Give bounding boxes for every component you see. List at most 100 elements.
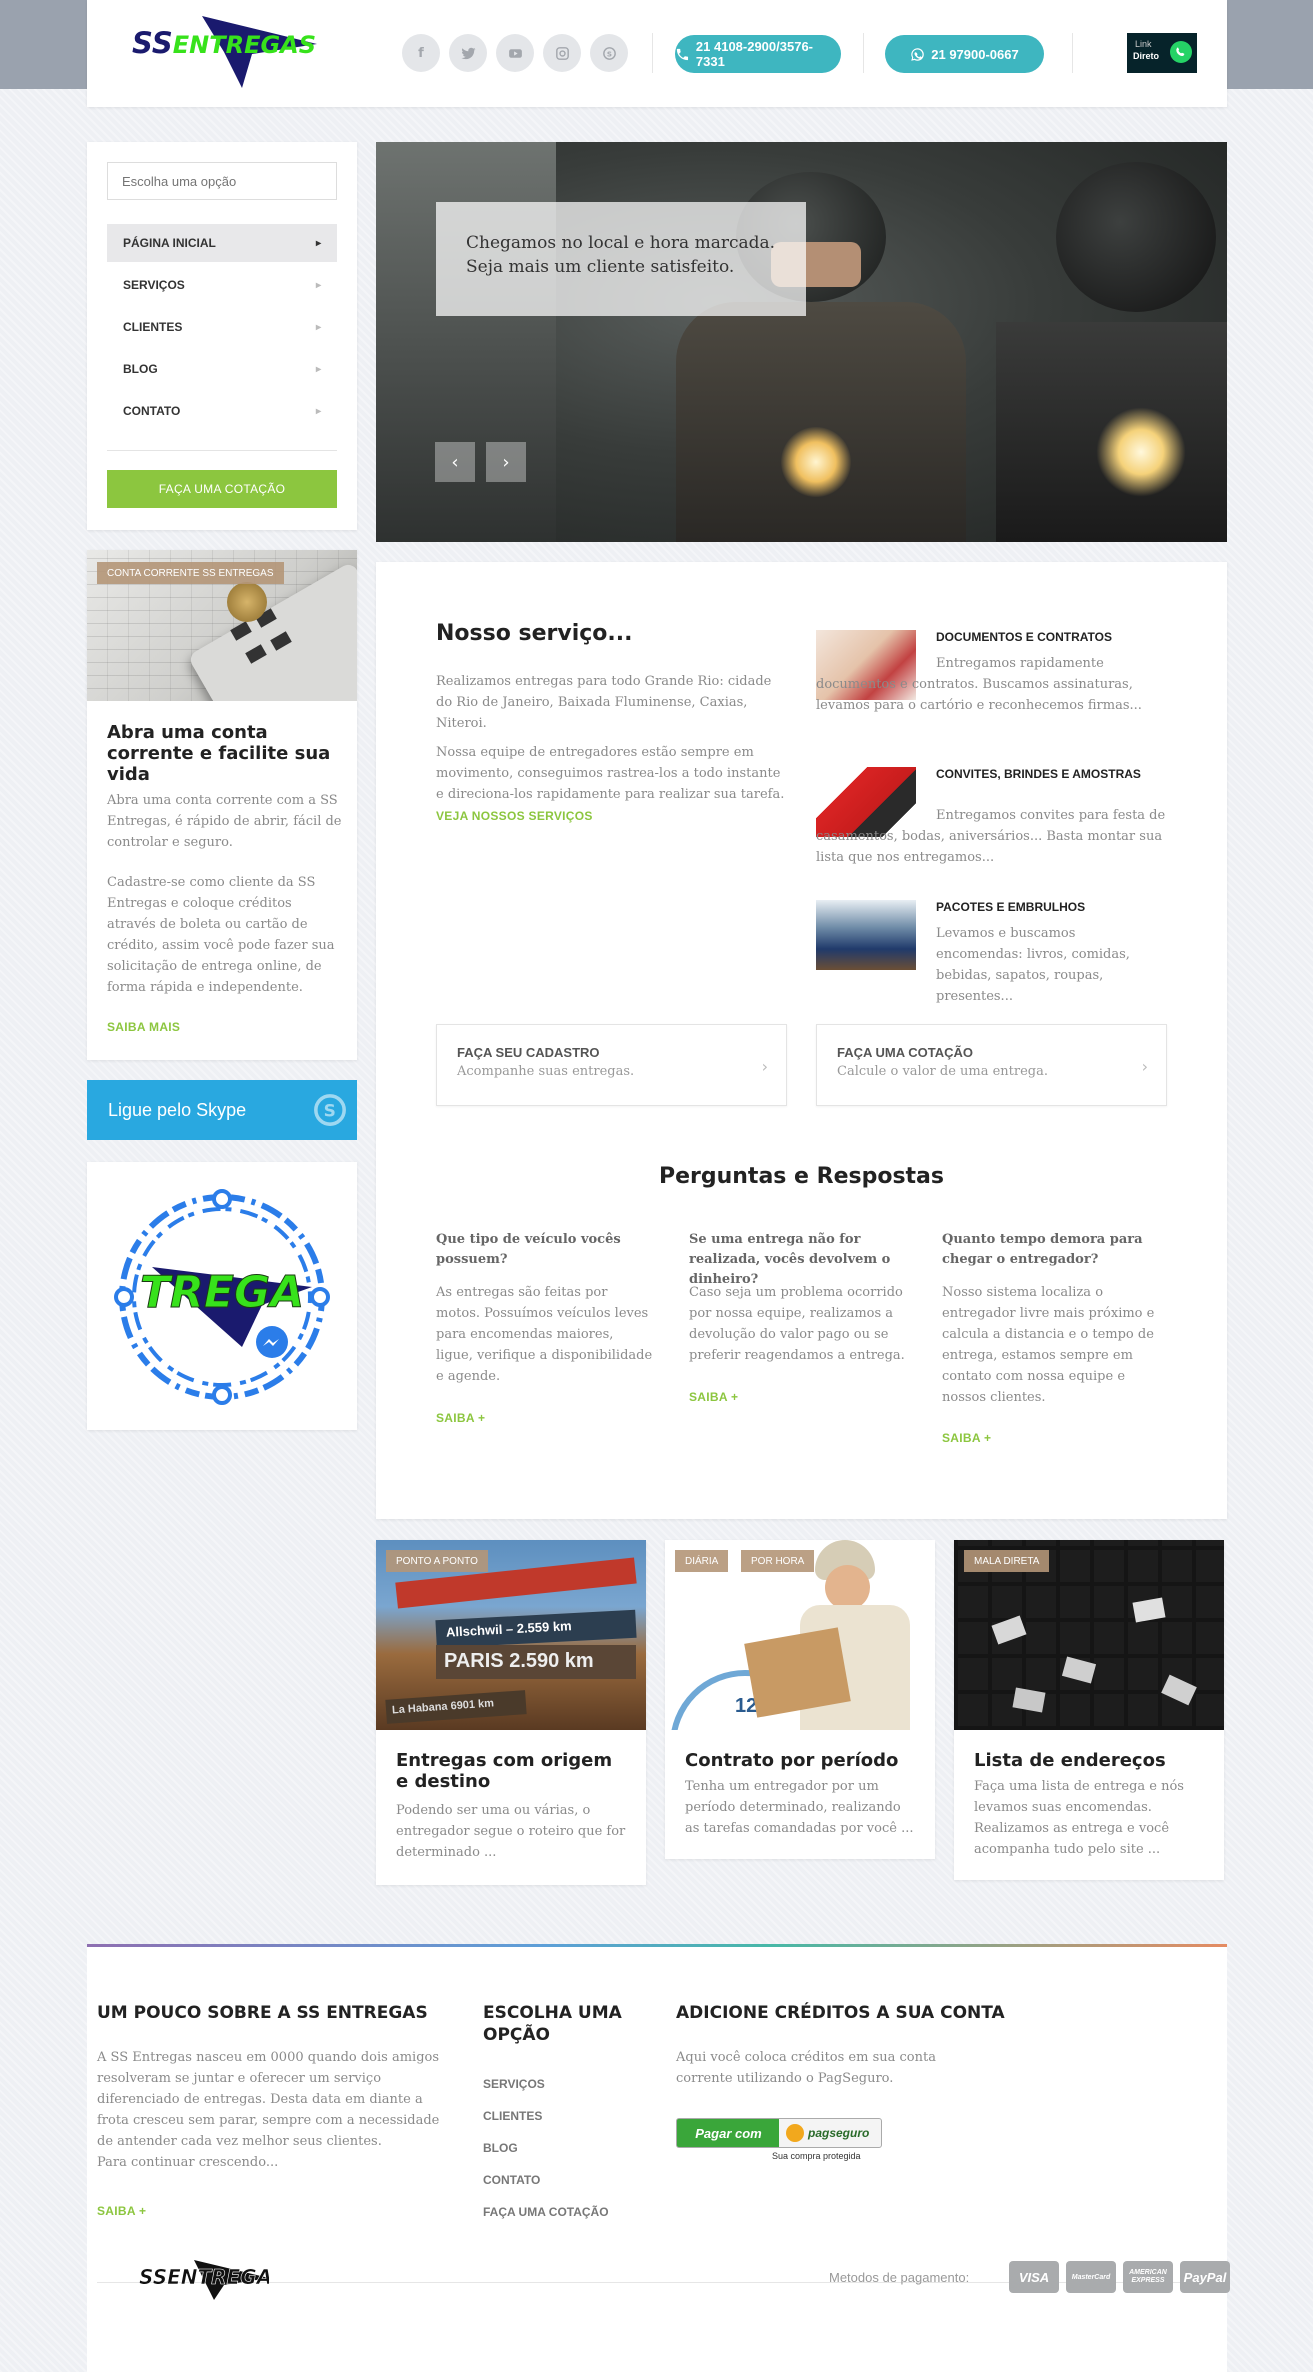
quote-cta-card[interactable]: FAÇA UMA COTAÇÃO Calcule o valor de uma … xyxy=(816,1024,1167,1106)
cta-subtitle: Calcule o valor de uma entrega. xyxy=(837,1064,1049,1079)
pagseguro-pay-button[interactable]: Pagar com pagseguro xyxy=(676,2118,882,2148)
footer-about-title: UM POUCO SOBRE A SS ENTREGAS xyxy=(97,2003,428,2023)
packages-thumbnail[interactable] xyxy=(816,900,916,970)
faq-answer: As entregas são feitas por motos. Possuí… xyxy=(436,1285,653,1384)
faq-read-more-link[interactable]: SAIBA + xyxy=(436,1411,485,1425)
nav-item-home[interactable]: PÁGINA INICIAL ▸ xyxy=(107,224,337,262)
faq-answer: Nosso sistema localiza o entregador livr… xyxy=(942,1285,1155,1405)
blog-tag[interactable]: POR HORA xyxy=(741,1550,815,1572)
promo-title[interactable]: Abra uma conta corrente e facilite sua v… xyxy=(107,722,342,785)
blog-card-title[interactable]: Lista de endereços xyxy=(974,1750,1204,1771)
service-item-title[interactable]: CONVITES, BRINDES E AMOSTRAS xyxy=(936,767,1156,781)
services-para-1: Realizamos entregas para todo Grande Rio… xyxy=(436,674,772,731)
youtube-icon[interactable] xyxy=(496,34,534,72)
sign-1: Allschwil – 2.559 km xyxy=(435,1609,637,1649)
footer-credits-text: Aqui você coloca créditos em sua conta c… xyxy=(676,2050,936,2086)
blog-card-excerpt: Podendo ser uma ou várias, o entregador … xyxy=(396,1803,626,1860)
footer-link-services[interactable]: SERVIÇOS xyxy=(483,2077,545,2091)
whatsapp-icon xyxy=(1170,41,1192,63)
pagseguro-brand: pagseguro xyxy=(808,2126,870,2140)
faq-read-more-link[interactable]: SAIBA + xyxy=(942,1431,991,1445)
nav-item-blog[interactable]: BLOG ▸ xyxy=(107,350,337,388)
services-link[interactable]: VEJA NOSSOS SERVIÇOS xyxy=(436,809,593,823)
footer-logo-text: SSENTREGAS xyxy=(139,2265,269,2289)
hero-slider[interactable]: Chegamos no local e hora marcada. Seja m… xyxy=(376,142,1227,542)
chevron-right-icon: ▸ xyxy=(315,279,321,291)
promo-card: CONTA CORRENTE SS ENTREGAS Abra uma cont… xyxy=(87,550,357,1060)
chevron-right-icon: › xyxy=(502,451,510,473)
phone-label: 21 4108-2900/3576-7331 xyxy=(695,39,814,69)
visa-icon: VISA xyxy=(1009,2261,1059,2293)
blog-card-title[interactable]: Entregas com origem e destino xyxy=(396,1750,626,1792)
service-item-title[interactable]: DOCUMENTOS E CONTRATOS xyxy=(936,630,1166,644)
footer-link-contact[interactable]: CONTATO xyxy=(483,2173,540,2187)
pagseguro-icon xyxy=(786,2124,804,2142)
footer-about-text-2: Para continuar crescendo... xyxy=(97,2155,279,2170)
skype-icon: S xyxy=(314,1094,346,1126)
blog-tag[interactable]: PONTO A PONTO xyxy=(386,1550,488,1572)
services-para-2: Nossa equipe de entregadores estão sempr… xyxy=(436,745,785,802)
whatsapp-button[interactable]: 21 97900-0667 xyxy=(885,35,1044,73)
signup-cta-card[interactable]: FAÇA SEU CADASTRO Acompanhe suas entrega… xyxy=(436,1024,787,1106)
instagram-icon[interactable] xyxy=(543,34,581,72)
footer-link-blog[interactable]: BLOG xyxy=(483,2141,518,2155)
faq-answer: Caso seja um problema ocorrido por nossa… xyxy=(689,1285,905,1363)
service-item-text: Entregamos rapidamente documentos e cont… xyxy=(816,656,1142,713)
blog-card-excerpt: Faça uma lista de entrega e nós levamos … xyxy=(974,1779,1184,1857)
logo-ss: SSENTREGAS xyxy=(132,26,316,60)
phone-button[interactable]: 21 4108-2900/3576-7331 xyxy=(675,35,841,73)
slider-next-button[interactable]: › xyxy=(486,442,526,482)
footer-logo[interactable]: SSENTREGAS xyxy=(139,2258,269,2300)
footer-menu-title: ESCOLHA UMA OPÇÃO xyxy=(483,2003,622,2045)
promo-tag[interactable]: CONTA CORRENTE SS ENTREGAS xyxy=(97,562,284,584)
chevron-right-icon: › xyxy=(761,1057,768,1076)
hero-caption-line2: Seja mais um cliente satisfeito. xyxy=(466,257,735,277)
payment-methods: VISA MasterCard AMERICAN EXPRESS PayPal xyxy=(1009,2261,1230,2293)
facebook-icon[interactable]: f xyxy=(402,34,440,72)
faq-title: Perguntas e Respostas xyxy=(658,1164,945,1189)
chevron-right-icon: ▸ xyxy=(315,405,321,417)
badge-line1: Link xyxy=(1135,39,1152,49)
nav-item-contact[interactable]: CONTATO ▸ xyxy=(107,392,337,430)
blog-card: Allschwil – 2.559 km PARIS 2.590 km La H… xyxy=(376,1540,646,1885)
footer-link-quote[interactable]: FAÇA UMA COTAÇÃO xyxy=(483,2205,609,2219)
messenger-code-text: TREGA xyxy=(140,1267,304,1318)
cta-subtitle: Acompanhe suas entregas. xyxy=(457,1064,635,1079)
chevron-right-icon: › xyxy=(1141,1057,1148,1076)
slider-prev-button[interactable]: ‹ xyxy=(435,442,475,482)
chevron-right-icon: ▸ xyxy=(315,237,321,249)
nav-item-services[interactable]: SERVIÇOS ▸ xyxy=(107,266,337,304)
blog-tag[interactable]: MALA DIRETA xyxy=(964,1550,1050,1572)
chevron-left-icon: ‹ xyxy=(451,451,459,473)
whatsapp-link-badge[interactable]: Link Direto xyxy=(1127,33,1197,73)
twitter-icon[interactable] xyxy=(449,34,487,72)
quote-button[interactable]: FAÇA UMA COTAÇÃO xyxy=(107,470,337,508)
sidebar-nav-panel: PÁGINA INICIAL ▸ SERVIÇOS ▸ CLIENTES ▸ B… xyxy=(87,142,357,530)
service-item-title[interactable]: PACOTES E EMBRULHOS xyxy=(936,900,1166,914)
nav-item-label: CLIENTES xyxy=(123,320,183,334)
services-title: Nosso serviço... xyxy=(436,621,633,646)
faq-read-more-link[interactable]: SAIBA + xyxy=(689,1390,738,1404)
sign-2: PARIS 2.590 km xyxy=(436,1645,636,1679)
footer-link-clients[interactable]: CLIENTES xyxy=(483,2109,542,2123)
skype-label: Ligue pelo Skype xyxy=(108,1099,247,1120)
svg-text:S: S xyxy=(324,1101,336,1121)
footer-about-link[interactable]: SAIBA + xyxy=(97,2204,146,2218)
blog-card-title[interactable]: Contrato por período xyxy=(685,1750,915,1771)
footer-credits-title: ADICIONE CRÉDITOS A SUA CONTA xyxy=(676,2003,1005,2023)
header-divider xyxy=(652,33,653,73)
blog-tag[interactable]: DIÁRIA xyxy=(675,1550,729,1572)
promo-text-1: Abra uma conta corrente com a SS Entrega… xyxy=(107,793,342,850)
nav-item-clients[interactable]: CLIENTES ▸ xyxy=(107,308,337,346)
service-item-text: Levamos e buscamos encomendas: livros, c… xyxy=(936,926,1130,1004)
option-search-input[interactable] xyxy=(107,162,337,200)
promo-read-more-link[interactable]: SAIBA MAIS xyxy=(107,1020,180,1034)
skype-call-button[interactable]: Ligue pelo Skype S xyxy=(87,1080,357,1140)
badge-line2: Direto xyxy=(1133,51,1160,61)
nav-item-label: CONTATO xyxy=(123,404,181,418)
messenger-code[interactable]: TREGA xyxy=(112,1187,332,1407)
hero-caption: Chegamos no local e hora marcada. Seja m… xyxy=(436,202,806,316)
pagseguro-note: Sua compra protegida xyxy=(772,2151,861,2161)
skype-icon[interactable]: S xyxy=(590,34,628,72)
site-logo[interactable]: SSENTREGAS xyxy=(132,16,317,88)
